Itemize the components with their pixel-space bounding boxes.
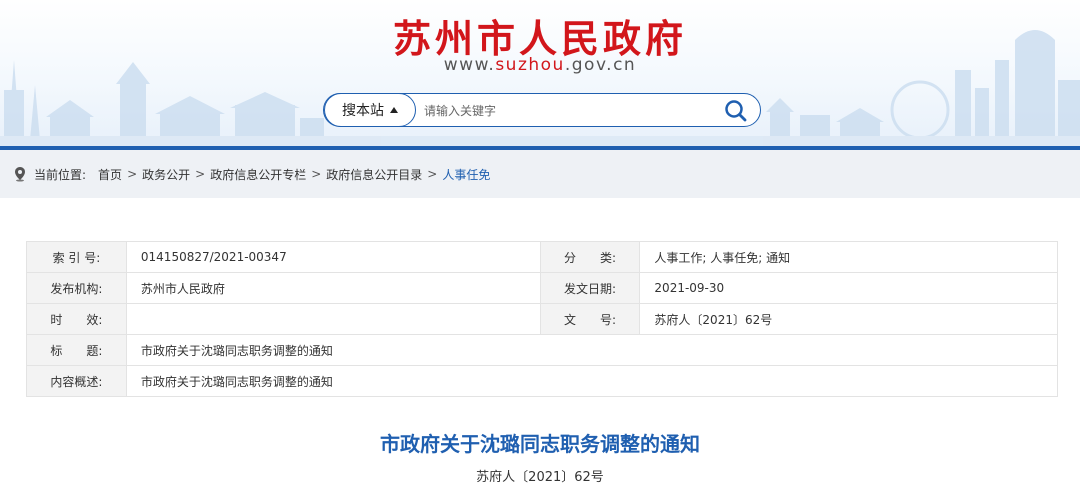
breadcrumb-separator: > — [427, 167, 438, 181]
url-suffix: .gov.cn — [564, 55, 637, 75]
summary-label: 内容概述: — [26, 365, 127, 397]
location-pin-icon — [15, 167, 25, 182]
table-row: 发布机构: 苏州市人民政府 发文日期: 2021-09-30 — [26, 272, 1058, 304]
breadcrumb-separator: > — [195, 167, 206, 181]
category-value: 人事工作; 人事任免; 通知 — [639, 241, 1058, 273]
date-label: 发文日期: — [539, 272, 641, 304]
document-number: 苏府人〔2021〕62号 — [476, 470, 604, 485]
breadcrumb-info-catalog[interactable]: 政府信息公开目录 — [326, 166, 422, 183]
table-row: 标 题: 市政府关于沈璐同志职务调整的通知 — [26, 334, 1059, 366]
table-row: 时 效: 文 号: 苏府人〔2021〕62号 — [26, 303, 1058, 335]
site-header: 苏州市人民政府 www.suzhou.gov.cn 搜本站 — [0, 0, 1080, 150]
issuer-value: 苏州市人民政府 — [125, 272, 541, 304]
index-value: 014150827/2021-00347 — [125, 241, 541, 273]
document-metadata-table: 索 引 号: 014150827/2021-00347 分 类: 人事工作; 人… — [26, 241, 1059, 397]
search-scope-dropdown[interactable]: 搜本站 — [324, 93, 416, 127]
site-url[interactable]: www.suzhou.gov.cn — [0, 55, 1080, 75]
title-value: 市政府关于沈璐同志职务调整的通知 — [125, 334, 1059, 366]
summary-value: 市政府关于沈璐同志职务调整的通知 — [125, 365, 1059, 397]
date-value: 2021-09-30 — [639, 272, 1058, 304]
header-divider — [0, 146, 1080, 150]
breadcrumb-info-column[interactable]: 政府信息公开专栏 — [210, 166, 306, 183]
breadcrumb-prefix: 当前位置: — [34, 167, 87, 182]
search-box: 搜本站 — [323, 93, 761, 127]
validity-value — [125, 303, 541, 335]
category-label: 分 类: — [539, 241, 641, 273]
index-label: 索 引 号: — [26, 241, 127, 273]
breadcrumb: 当前位置: 首页 > 政务公开 > 政府信息公开专栏 > 政府信息公开目录 > … — [0, 150, 1080, 198]
breadcrumb-separator: > — [311, 167, 322, 181]
docno-value: 苏府人〔2021〕62号 — [639, 303, 1058, 335]
search-icon[interactable] — [724, 99, 748, 123]
breadcrumb-separator: > — [127, 167, 138, 181]
url-prefix: www. — [443, 55, 496, 75]
caret-up-icon — [390, 107, 398, 113]
breadcrumb-current[interactable]: 人事任免 — [442, 166, 490, 183]
docno-label: 文 号: — [539, 303, 641, 335]
breadcrumb-gov-affairs[interactable]: 政务公开 — [142, 166, 190, 183]
table-row: 内容概述: 市政府关于沈璐同志职务调整的通知 — [26, 365, 1059, 397]
search-input[interactable] — [424, 102, 714, 120]
breadcrumb-home[interactable]: 首页 — [98, 166, 122, 183]
url-highlight: suzhou — [495, 55, 565, 75]
table-row: 索 引 号: 014150827/2021-00347 分 类: 人事工作; 人… — [26, 241, 1058, 273]
title-label: 标 题: — [26, 334, 127, 366]
search-scope-label: 搜本站 — [342, 103, 384, 119]
issuer-label: 发布机构: — [26, 272, 127, 304]
document-title: 市政府关于沈璐同志职务调整的通知 — [380, 432, 700, 456]
validity-label: 时 效: — [26, 303, 127, 335]
